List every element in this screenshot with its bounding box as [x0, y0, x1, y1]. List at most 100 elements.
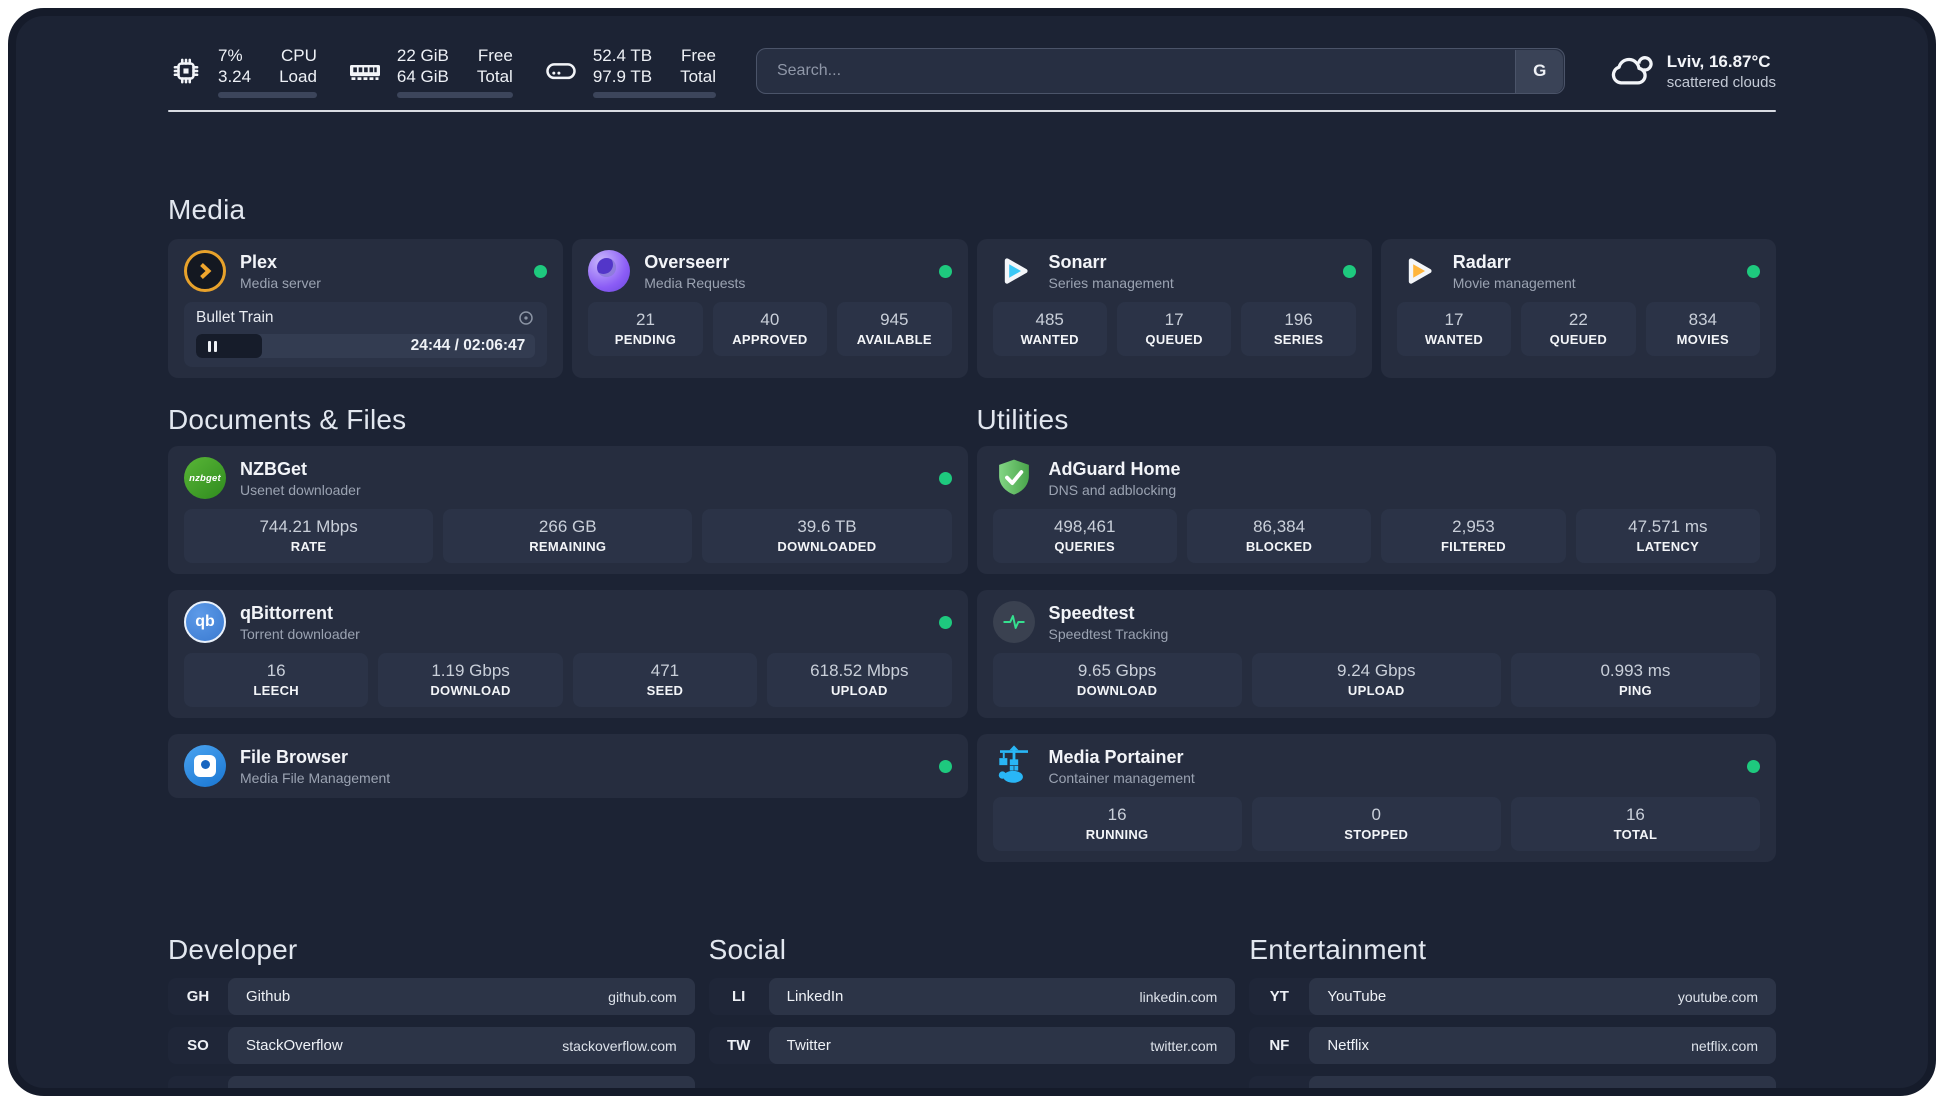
app-card-speedtest[interactable]: Speedtest Speedtest Tracking 9.65 Gbps D… — [976, 590, 1776, 718]
cpu-progress-bar — [218, 91, 317, 98]
stat-value: 498,461 — [1053, 517, 1116, 536]
section-title-entertainment: Entertainment — [1249, 934, 1427, 965]
stat-tile: 17 WANTED — [1396, 302, 1512, 356]
search-engine-button[interactable]: G — [1515, 49, 1564, 93]
app-card-filebrowser[interactable]: File Browser Media File Management — [168, 734, 968, 798]
app-card-portainer[interactable]: Media Portainer Container management 16 … — [976, 734, 1776, 862]
link-reddit[interactable]: RE Reddit reddit.com — [1249, 1076, 1776, 1088]
stat-value: 16 — [1107, 805, 1127, 824]
app-desc-portainer: Container management — [1048, 769, 1195, 786]
app-desc-radarr: Movie management — [1452, 274, 1576, 291]
stat-tile: 485 WANTED — [992, 302, 1107, 356]
section-utilities: Utilities AdGuard Home DNS and adblockin… — [976, 404, 1776, 878]
link-url: twitter.com — [1150, 1037, 1218, 1054]
link-dev[interactable]: DT DEV dev.to — [168, 1076, 695, 1096]
stat-value: 16 — [1625, 805, 1645, 824]
filebrowser-icon — [184, 745, 226, 787]
cpu-label: CPU — [281, 45, 317, 65]
link-netflix[interactable]: NF Netflix netflix.com — [1249, 1027, 1776, 1064]
link-twitter[interactable]: TW Twitter twitter.com — [708, 1027, 1236, 1064]
link-url: github.com — [608, 988, 677, 1005]
adguard-icon — [993, 457, 1035, 499]
stat-value: 17 — [1444, 310, 1464, 329]
app-card-qbittorrent[interactable]: qb qBittorrent Torrent downloader 16 LEE… — [168, 590, 968, 718]
app-card-radarr[interactable]: Radarr Movie management 17 WANTED 22 QUE… — [1380, 239, 1776, 378]
weather-location-temp: Lviv, 16.87°C — [1666, 51, 1771, 71]
stat-label: SEED — [646, 683, 684, 698]
app-card-nzbget[interactable]: nzbget NZBGet Usenet downloader 744.21 M… — [168, 446, 968, 574]
speedtest-icon — [992, 601, 1035, 643]
header-divider — [168, 110, 1776, 112]
link-youtube[interactable]: YT YouTube youtube.com — [1249, 978, 1776, 1015]
stat-label: APPROVED — [732, 332, 808, 347]
stat-label: DOWNLOADED — [777, 539, 877, 554]
status-online-dot — [938, 759, 952, 773]
section-entertainment: Entertainment YT YouTube youtube.com NF … — [1249, 934, 1776, 1088]
stat-tile: 618.52 Mbps UPLOAD — [767, 653, 952, 707]
search-input[interactable] — [755, 48, 1565, 94]
stat-value: 834 — [1688, 310, 1717, 329]
stat-label: QUEUED — [1145, 332, 1203, 347]
playback-played-segment — [196, 334, 263, 358]
link-github[interactable]: GH Github github.com — [168, 978, 695, 1015]
stat-label: LEECH — [253, 683, 299, 698]
section-title-media: Media — [168, 194, 246, 225]
link-abbr: LI — [731, 988, 746, 1005]
app-title-portainer: Media Portainer — [1048, 746, 1184, 767]
system-stats: 7% CPU 3.24 Load 22 GiB Free 64 GiB Tota… — [168, 45, 716, 98]
stat-tile: 22 QUEUED — [1521, 302, 1636, 356]
link-url: dev.to — [639, 1086, 677, 1096]
playback-progress-bar[interactable]: 24:44 / 02:06:47 — [196, 334, 536, 358]
stat-tile: 744.21 Mbps RATE — [184, 509, 434, 563]
stat-label: TOTAL — [1613, 827, 1658, 842]
disk-icon — [543, 53, 579, 89]
app-title-speedtest: Speedtest — [1048, 602, 1135, 623]
stat-tile: 39.6 TB DOWNLOADED — [702, 509, 952, 563]
stat-value: 86,384 — [1253, 517, 1306, 536]
link-linkedin[interactable]: LI LinkedIn linkedin.com — [708, 978, 1236, 1015]
now-playing-title: Bullet Train — [196, 309, 274, 326]
link-url: stackoverflow.com — [562, 1037, 677, 1054]
memory-total-value: 64 GiB — [396, 66, 449, 86]
link-stackoverflow[interactable]: SO StackOverflow stackoverflow.com — [168, 1027, 695, 1064]
memory-free-value: 22 GiB — [396, 45, 449, 65]
app-desc-plex: Media server — [240, 274, 321, 291]
stat-tile: 1.19 Gbps DOWNLOAD — [378, 653, 563, 707]
link-url: linkedin.com — [1139, 988, 1218, 1005]
app-card-sonarr[interactable]: Sonarr Series management 485 WANTED 17 Q… — [976, 239, 1372, 378]
stat-label: STOPPED — [1344, 827, 1409, 842]
stat-tile: 834 MOVIES — [1645, 302, 1761, 356]
section-title-documents: Documents & Files — [168, 404, 407, 435]
section-title-social: Social — [708, 934, 787, 965]
stat-value: 0 — [1371, 805, 1381, 824]
stat-value: 1.19 Gbps — [431, 661, 510, 680]
app-desc-overseerr: Media Requests — [644, 274, 746, 291]
stat-tile: 21 PENDING — [588, 302, 703, 356]
radarr-icon — [1397, 250, 1439, 292]
app-title-plex: Plex — [240, 251, 278, 272]
disk-stat: 52.4 TB Free 97.9 TB Total — [543, 45, 716, 98]
stat-label: MOVIES — [1676, 332, 1729, 347]
memory-total-label: Total — [476, 66, 513, 86]
section-title-utilities: Utilities — [976, 404, 1069, 435]
app-card-plex[interactable]: Plex Media server Bullet Train 24:44 / 0… — [168, 239, 564, 378]
stat-label: LATENCY — [1636, 539, 1700, 554]
stat-value: 485 — [1035, 310, 1064, 329]
stat-value: 17 — [1164, 310, 1184, 329]
stat-tile: 47.571 ms LATENCY — [1575, 509, 1760, 563]
cpu-icon — [168, 53, 204, 89]
link-abbr: NF — [1269, 1037, 1290, 1054]
stat-label: QUEUED — [1549, 332, 1608, 347]
stat-value: 196 — [1284, 310, 1313, 329]
memory-stat: 22 GiB Free 64 GiB Total — [347, 45, 513, 98]
cpu-load-value: 3.24 — [218, 66, 252, 86]
app-card-adguard[interactable]: AdGuard Home DNS and adblocking 498,461 … — [976, 446, 1776, 574]
stat-value: 40 — [760, 310, 780, 329]
app-title-adguard: AdGuard Home — [1048, 458, 1181, 479]
pause-icon[interactable] — [208, 340, 211, 352]
app-title-nzbget: NZBGet — [240, 458, 307, 479]
app-card-overseerr[interactable]: Overseerr Media Requests 21 PENDING 40 A… — [572, 239, 968, 378]
nzbget-icon: nzbget — [184, 457, 226, 499]
app-desc-adguard: DNS and adblocking — [1048, 481, 1177, 498]
stat-label: UPLOAD — [1347, 683, 1405, 698]
